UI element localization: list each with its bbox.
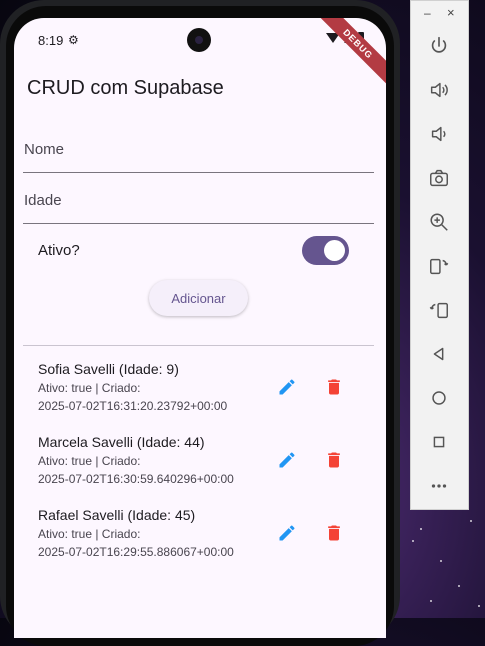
nome-field[interactable]: Nome: [23, 132, 374, 173]
add-button[interactable]: Adicionar: [149, 280, 248, 316]
divider: [23, 345, 374, 346]
edit-icon[interactable]: [277, 523, 297, 543]
camera-icon[interactable]: [425, 164, 453, 192]
settings-gear-icon: ⚙: [68, 33, 79, 47]
record-title: Sofia Savelli (Idade: 9): [38, 361, 179, 377]
front-camera: [187, 28, 211, 52]
status-time: 8:19: [38, 33, 64, 48]
list-item: Marcela Savelli (Idade: 44) Ativo: true …: [38, 434, 368, 500]
record-created: 2025-07-02T16:29:55.886067+00:00: [38, 545, 234, 559]
close-button[interactable]: ×: [447, 5, 455, 20]
record-title: Rafael Savelli (Idade: 45): [38, 507, 196, 523]
delete-icon[interactable]: [324, 450, 344, 470]
list-item: Sofia Savelli (Idade: 9) Ativo: true | C…: [38, 361, 368, 427]
more-icon[interactable]: [425, 472, 453, 500]
edit-icon[interactable]: [277, 377, 297, 397]
idade-label: Idade: [24, 192, 62, 209]
list-item: Rafael Savelli (Idade: 45) Ativo: true |…: [38, 507, 368, 573]
emulator-control-panel: – ×: [410, 0, 469, 510]
overview-icon[interactable]: [425, 428, 453, 456]
record-status: Ativo: true | Criado:: [38, 454, 141, 468]
rotate-left-icon[interactable]: [425, 252, 453, 280]
volume-down-icon[interactable]: [425, 120, 453, 148]
record-created: 2025-07-02T16:31:20.23792+00:00: [38, 399, 228, 413]
ativo-label: Ativo?: [38, 242, 80, 259]
phone-frame: 8:19 ⚙ DEBUG CRUD com Supabase Nome Idad…: [0, 0, 400, 646]
page-title: CRUD com Supabase: [27, 77, 224, 99]
edit-icon[interactable]: [277, 450, 297, 470]
zoom-icon[interactable]: [425, 208, 453, 236]
app-screen: 8:19 ⚙ DEBUG CRUD com Supabase Nome Idad…: [14, 18, 386, 638]
home-icon[interactable]: [425, 384, 453, 412]
back-icon[interactable]: [425, 340, 453, 368]
ativo-switch[interactable]: [302, 236, 349, 265]
volume-up-icon[interactable]: [425, 76, 453, 104]
delete-icon[interactable]: [324, 377, 344, 397]
power-icon[interactable]: [425, 32, 453, 60]
rotate-right-icon[interactable]: [425, 296, 453, 324]
switch-thumb: [324, 240, 345, 261]
record-title: Marcela Savelli (Idade: 44): [38, 434, 205, 450]
record-created: 2025-07-02T16:30:59.640296+00:00: [38, 472, 234, 486]
minimize-button[interactable]: –: [424, 6, 431, 20]
record-status: Ativo: true | Criado:: [38, 381, 141, 395]
delete-icon[interactable]: [324, 523, 344, 543]
record-status: Ativo: true | Criado:: [38, 527, 141, 541]
idade-field[interactable]: Idade: [23, 183, 374, 224]
nome-label: Nome: [24, 141, 65, 158]
